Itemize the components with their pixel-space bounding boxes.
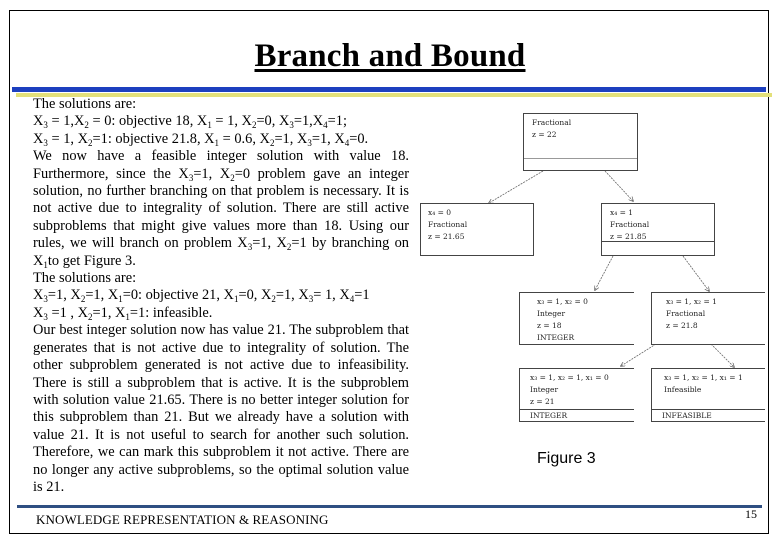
intro-solutions-1: The solutions are: (33, 96, 137, 112)
tree-node-x1-0: x₃ = 1, x₂ = 1, x₁ = 0 Integer z = 21 INTE… (519, 368, 634, 422)
edge-root-to-x4-1 (604, 170, 633, 201)
edge-x2-1-to-x1-1 (710, 343, 734, 367)
branch-and-bound-tree: Fractional z = 22 x₄ = 0 Fractional z = 21.… (420, 110, 765, 440)
paragraph-2: Our best integer solution now has value … (33, 322, 409, 495)
edge-x4-1-to-x2-0 (595, 255, 614, 290)
paragraph-1: We now have a feasible integer solution … (33, 148, 410, 270)
edge-root-to-x4-0 (489, 170, 544, 203)
tree-node-x4-1: x₄ = 1 Fractional z = 21.85 (601, 203, 715, 256)
footer-rule (17, 505, 762, 508)
tree-node-x3-1-x2-0: x₃ = 1, x₂ = 0 Integer z = 18 INTEGER (519, 292, 634, 345)
edge-x2-1-to-x1-0 (621, 343, 657, 366)
tree-node-root: Fractional z = 22 (523, 113, 638, 171)
title-rule-blue (12, 87, 766, 92)
solution-line-3: X3=1, X2=1, X1=0: objective 21, X1=0, X2… (33, 287, 370, 305)
solution-line-2: X3 = 1, X2=1: objective 21.8, X1 = 0.6, … (33, 130, 369, 148)
tree-node-x1-1: x₃ = 1, x₂ = 1, x₁ = 1 Infeasible INFEASI… (651, 368, 765, 422)
page-number: 15 (745, 507, 757, 521)
solution-line-1: X3 = 1,X2 = 0: objective 18, X1 = 1, X2=… (33, 113, 347, 131)
figure-caption: Figure 3 (537, 450, 596, 467)
slide-title: Branch and Bound (254, 38, 526, 74)
edge-x4-1-to-x2-1 (682, 255, 709, 291)
footer-course-title: KNOWLEDGE REPRESENTATION & REASONING (36, 512, 329, 527)
body-text: The solutions are: X3 = 1,X2 = 0: object… (33, 96, 409, 496)
intro-solutions-2: The solutions are: (33, 270, 137, 287)
solution-line-4: X3 =1 , X2=1, X1=1: infeasible. (33, 304, 213, 322)
tree-node-x4-0: x₄ = 0 Fractional z = 21.65 (420, 203, 534, 256)
tree-node-x3-1-x2-1: x₃ = 1, x₂ = 1 Fractional z = 21.8 (651, 292, 765, 345)
